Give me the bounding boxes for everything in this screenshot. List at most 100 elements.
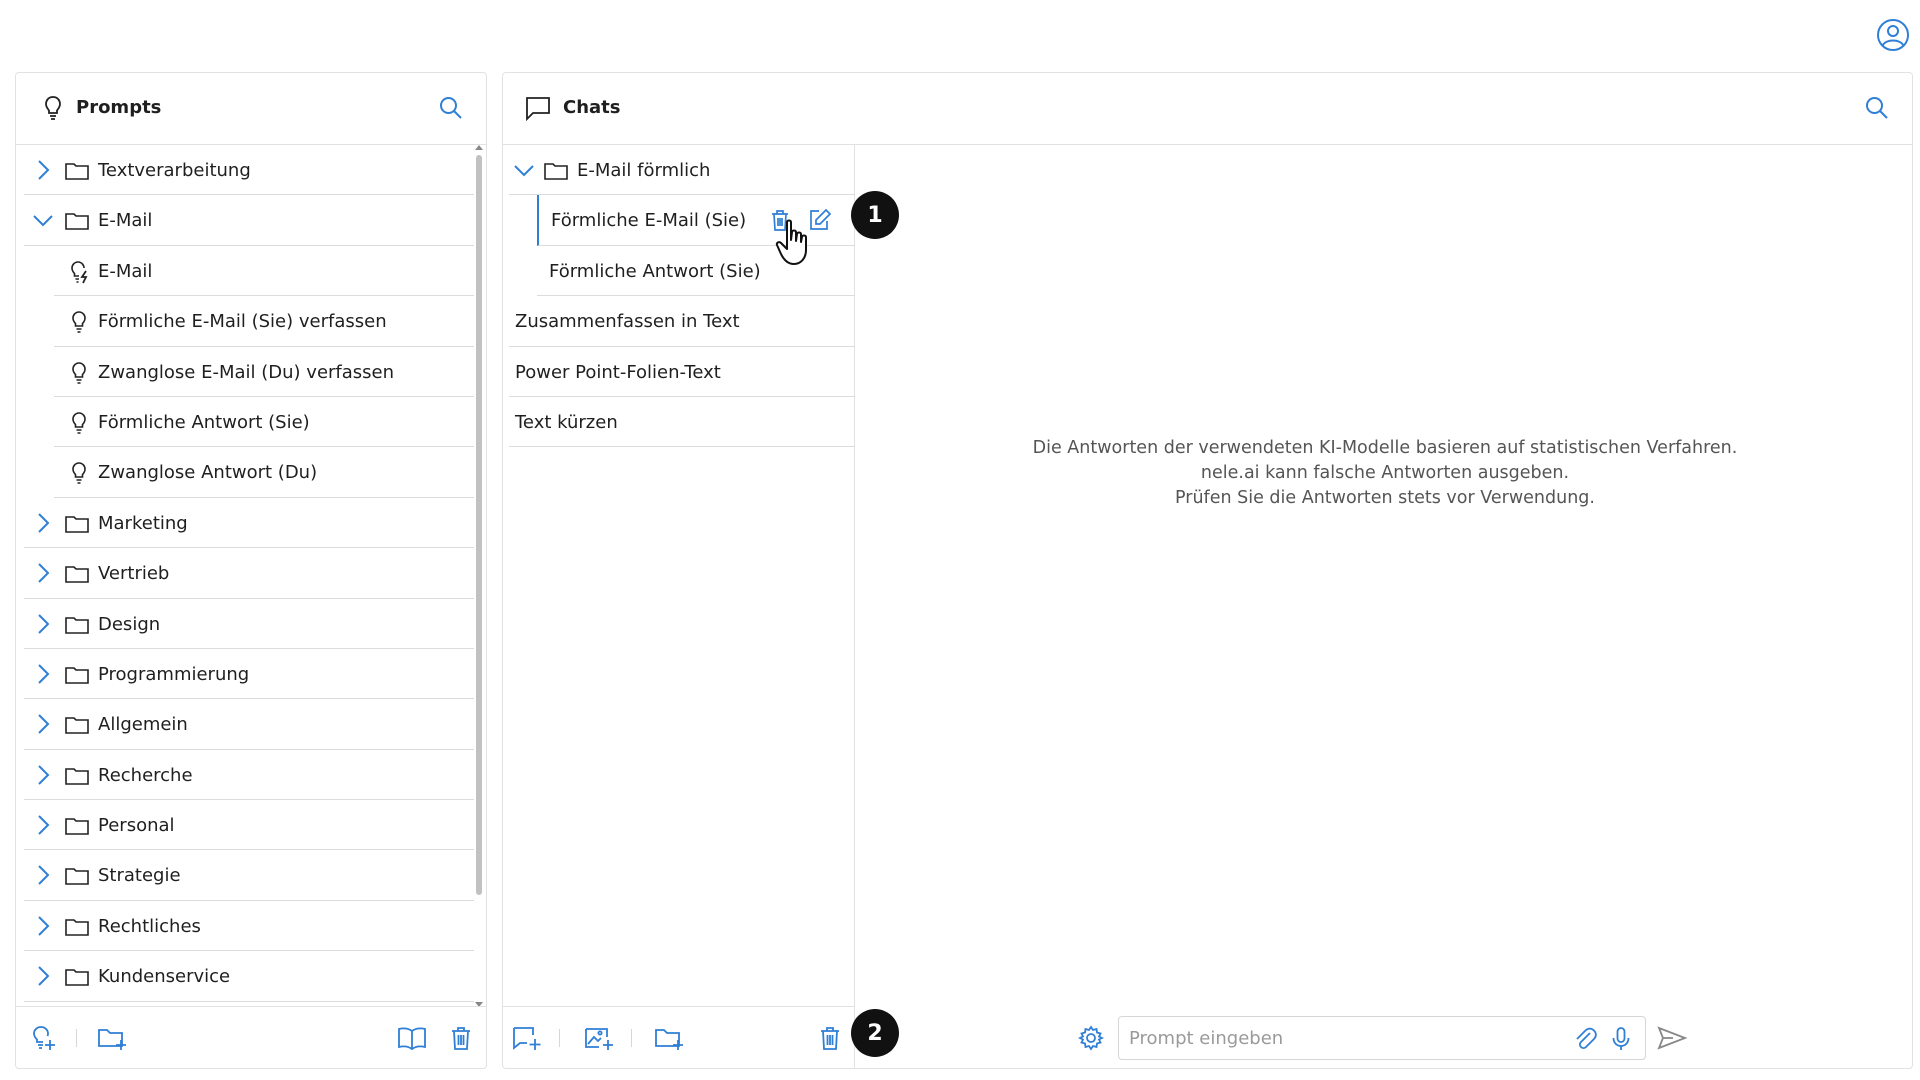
chevron-right-icon[interactable] xyxy=(32,864,54,886)
chevron-down-icon[interactable] xyxy=(513,159,535,181)
prompt-tree-label: Rechtliches xyxy=(98,915,201,937)
user-avatar-icon[interactable] xyxy=(1876,18,1910,52)
chat-item-formliche-email[interactable]: Förmliche E-Mail (Sie) xyxy=(537,195,855,246)
folder-icon xyxy=(64,763,90,789)
prompt-item-row[interactable]: Förmliche Antwort (Sie) xyxy=(54,397,474,448)
prompt-tree-label: Förmliche Antwort (Sie) xyxy=(98,411,310,433)
folder-icon xyxy=(64,964,90,990)
prompt-item-row[interactable]: Zwanglose E-Mail (Du) verfassen xyxy=(54,347,474,397)
chats-search-icon[interactable] xyxy=(1862,93,1892,123)
chevron-right-icon[interactable] xyxy=(32,764,54,786)
chats-panel: Chats E-Mail förmlich Förmliche E-Mail (… xyxy=(502,72,1913,1069)
prompt-tree-label: Design xyxy=(98,613,161,635)
prompt-folder-row[interactable]: Allgemein xyxy=(24,699,474,750)
prompts-search-icon[interactable] xyxy=(436,93,466,123)
add-folder-button[interactable] xyxy=(96,1023,126,1053)
scroll-thumb[interactable] xyxy=(476,155,482,895)
prompt-tree-label: Programmierung xyxy=(98,663,250,685)
lightbulb-icon xyxy=(66,360,92,386)
attach-paperclip-icon[interactable] xyxy=(1571,1025,1599,1053)
prompt-item-row[interactable]: Zwanglose Antwort (Du) xyxy=(54,447,474,498)
new-image-chat-button[interactable] xyxy=(583,1023,613,1053)
prompts-header: Prompts xyxy=(16,73,486,145)
prompts-panel: Prompts Textverarbeitung E-Mail E-Mail Förm… xyxy=(15,72,487,1069)
prompt-tree-label: Strategie xyxy=(98,865,181,887)
folder-icon xyxy=(64,612,90,638)
edit-chat-icon[interactable] xyxy=(807,207,833,233)
prompt-tree-label: Recherche xyxy=(98,764,193,786)
prompt-item-row[interactable]: Förmliche E-Mail (Sie) verfassen xyxy=(54,296,474,347)
prompt-folder-row[interactable]: Vertrieb xyxy=(24,548,474,599)
chevron-right-icon[interactable] xyxy=(32,814,54,836)
folder-icon xyxy=(64,662,90,688)
chat-list: E-Mail förmlich Förmliche E-Mail (Sie) F… xyxy=(509,145,855,1007)
chevron-right-icon[interactable] xyxy=(32,562,54,584)
delete-chat-icon[interactable] xyxy=(767,207,793,233)
delete-chats-button[interactable] xyxy=(815,1023,845,1053)
lightbulb-icon xyxy=(66,309,92,335)
prompt-folder-row[interactable]: Design xyxy=(24,599,474,649)
folder-icon xyxy=(64,511,90,537)
chevron-right-icon[interactable] xyxy=(32,613,54,635)
prompts-title: Prompts xyxy=(76,97,162,118)
prompt-tree-label: E-Mail xyxy=(98,210,153,232)
chevron-right-icon[interactable] xyxy=(32,159,54,181)
chat-item-label: Förmliche Antwort (Sie) xyxy=(549,260,761,282)
chat-item-label: Förmliche E-Mail (Sie) xyxy=(551,210,747,232)
chat-item-formliche-antwort[interactable]: Förmliche Antwort (Sie) xyxy=(537,246,855,297)
chevron-right-icon[interactable] xyxy=(32,965,54,987)
prompt-composer xyxy=(1118,1016,1646,1060)
chevron-right-icon[interactable] xyxy=(32,915,54,937)
chevron-down-icon[interactable] xyxy=(32,209,54,231)
prompt-folder-row[interactable]: Marketing xyxy=(24,498,474,549)
prompt-folder-row[interactable]: Rechtliches xyxy=(24,901,474,952)
prompts-scrollbar[interactable] xyxy=(473,145,485,1007)
delete-prompts-button[interactable] xyxy=(446,1023,476,1053)
callout-badge-2: 2 xyxy=(851,1009,899,1057)
lightbulb-icon xyxy=(66,460,92,486)
new-chat-button[interactable] xyxy=(511,1023,541,1053)
send-icon[interactable] xyxy=(1656,1024,1688,1052)
chat-item-text-kuerzen[interactable]: Text kürzen xyxy=(509,397,855,448)
prompt-tree-label: Vertrieb xyxy=(98,563,170,585)
chat-item-zusammenfassen[interactable]: Zusammenfassen in Text xyxy=(509,296,855,347)
lightbulb-icon xyxy=(66,410,92,436)
prompt-tree-label: E-Mail xyxy=(98,260,153,282)
disclaimer-line-3: Prüfen Sie die Antworten stets vor Verwe… xyxy=(1175,488,1595,508)
folder-icon xyxy=(64,813,90,839)
chats-header: Chats xyxy=(503,73,1912,145)
chevron-right-icon[interactable] xyxy=(32,512,54,534)
chevron-right-icon[interactable] xyxy=(32,663,54,685)
prompt-folder-row[interactable]: Recherche xyxy=(24,750,474,801)
add-prompt-button[interactable] xyxy=(28,1023,58,1053)
prompt-input[interactable] xyxy=(1129,1025,1559,1051)
folder-icon xyxy=(64,158,90,184)
prompts-footer xyxy=(16,1006,486,1068)
footer-separator xyxy=(76,1029,77,1047)
prompt-item-row[interactable]: E-Mail xyxy=(54,246,474,297)
prompt-folder-row[interactable]: Strategie xyxy=(24,850,474,901)
microphone-icon[interactable] xyxy=(1607,1025,1635,1053)
prompt-tree-label: Kundenservice xyxy=(98,966,231,988)
chat-item-powerpoint[interactable]: Power Point-Folien-Text xyxy=(509,347,855,397)
prompt-tree-label: Zwanglose Antwort (Du) xyxy=(98,462,318,484)
prompt-tree-label: Personal xyxy=(98,815,175,837)
chat-item-label: Power Point-Folien-Text xyxy=(515,361,721,383)
chat-folder-email-formlich[interactable]: E-Mail förmlich xyxy=(509,145,855,196)
folder-icon xyxy=(543,158,569,184)
chat-item-label: Text kürzen xyxy=(515,411,618,433)
settings-gear-icon[interactable] xyxy=(1077,1024,1105,1052)
scroll-up-icon[interactable] xyxy=(475,145,483,150)
chevron-right-icon[interactable] xyxy=(32,713,54,735)
prompt-folder-row[interactable]: E-Mail xyxy=(24,195,474,246)
folder-icon xyxy=(64,208,90,234)
disclaimer-line-2: nele.ai kann falsche Antworten ausgeben. xyxy=(1200,463,1570,483)
prompt-folder-row[interactable]: Programmierung xyxy=(24,649,474,700)
folder-icon xyxy=(64,561,90,587)
prompt-tree-label: Allgemein xyxy=(98,714,188,736)
add-chat-folder-button[interactable] xyxy=(653,1023,683,1053)
prompt-folder-row[interactable]: Kundenservice xyxy=(24,951,474,1002)
prompt-folder-row[interactable]: Textverarbeitung xyxy=(24,145,474,196)
prompt-folder-row[interactable]: Personal xyxy=(24,800,474,851)
prompt-library-button[interactable] xyxy=(396,1023,426,1053)
